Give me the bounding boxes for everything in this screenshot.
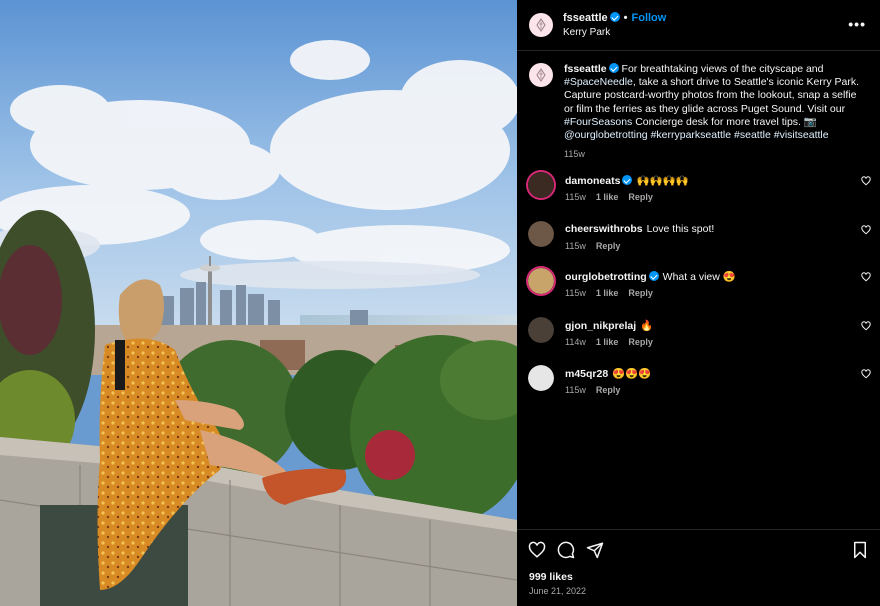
avatar-image [528,221,554,247]
comment-text: 🙌🙌🙌🙌 [636,175,689,187]
comment-body: cheerswithrobs Love this spot! [565,223,714,235]
comment-time[interactable]: 115w [565,241,586,251]
caption-hashtag-link[interactable]: #SpaceNeedle [564,76,633,88]
comment-text: What a view 😍 [662,271,736,283]
avatar-image [528,172,554,198]
comment-time[interactable]: 114w [565,337,586,347]
comment-like-heart-icon[interactable] [861,369,871,379]
comments-list[interactable]: fsseattle For breathtaking views of the … [517,51,880,529]
comment-time[interactable]: 115w [565,192,586,202]
likes-count[interactable]: 999 likes [529,571,573,583]
comment-like-heart-icon[interactable] [861,176,871,186]
comment-text: Love this spot! [646,223,715,235]
comment-row: damoneats 🙌🙌🙌🙌 115w 1 like Reply [517,172,880,212]
caption-hashtag-link[interactable]: @ourglobetrotting [564,129,648,141]
comment-username[interactable]: gjon_nikprelaj [565,320,636,332]
reply-button[interactable]: Reply [628,288,653,298]
comment-icon[interactable] [557,541,575,559]
post-caption: fsseattle For breathtaking views of the … [564,63,864,161]
caption-hashtag-link[interactable]: #FourSeasons [564,116,632,128]
comment-avatar[interactable] [528,365,554,391]
comment-text: 😍😍😍 [612,368,652,380]
comment-likes[interactable]: 1 like [596,337,619,347]
comment-like-heart-icon[interactable] [861,272,871,282]
share-icon[interactable] [586,541,604,559]
caption-time[interactable]: 115w [564,149,585,159]
comment-time[interactable]: 115w [565,385,586,395]
avatar-image [528,268,554,294]
post-header: fsseattle • Follow Kerry Park ••• [517,0,880,51]
comment-likes[interactable]: 1 like [596,288,619,298]
comment-avatar[interactable] [528,221,554,247]
follow-button[interactable]: Follow [632,12,667,24]
comment-avatar[interactable] [528,172,554,198]
comment-like-heart-icon[interactable] [861,321,871,331]
caption-hashtag-link[interactable]: #seattle [734,129,771,141]
location-link[interactable]: Kerry Park [563,27,610,38]
comment-meta: 115w Reply [565,241,630,251]
avatar-image [528,365,554,391]
heart-icon[interactable] [528,541,546,559]
comment-body: ourglobetrotting What a view 😍 [565,270,736,283]
comment-username[interactable]: m45qr28 [565,368,608,380]
comment-row: m45qr28 😍😍😍 115w Reply [517,365,880,405]
verified-badge-icon [608,63,619,73]
verified-badge-icon [609,12,620,22]
comment-avatar[interactable] [528,268,554,294]
comment-body: gjon_nikprelaj 🔥 [565,319,653,332]
caption-username[interactable]: fsseattle [564,63,607,75]
comment-body: m45qr28 😍😍😍 [565,367,651,380]
comment-meta: 115w 1 like Reply [565,192,663,202]
comment-row: ourglobetrotting What a view 😍 115w 1 like R… [517,268,880,308]
more-options-icon[interactable]: ••• [848,16,866,32]
verified-badge-icon [648,271,659,281]
post-photo[interactable] [0,0,517,606]
profile-avatar[interactable] [529,13,553,37]
comment-text: 🔥 [640,320,654,332]
comment-username[interactable]: ourglobetrotting [565,271,647,283]
verified-badge-icon [622,175,633,185]
comment-like-heart-icon[interactable] [861,225,871,235]
caption-text-segment: Concierge desk for more travel tips. 📷 [632,115,817,128]
avatar-image [528,317,554,343]
four-seasons-logo-icon [536,18,546,32]
comment-meta: 115w 1 like Reply [565,288,663,298]
four-seasons-logo-icon [536,68,546,82]
caption-text: For breathtaking views of the cityscape … [564,63,859,141]
comment-avatar[interactable] [528,317,554,343]
reply-button[interactable]: Reply [628,337,653,347]
header-user-line: fsseattle • Follow [563,12,666,24]
reply-button[interactable]: Reply [628,192,653,202]
caption-hashtag-link[interactable]: #kerryparkseattle [651,129,732,141]
post-actions: 999 likes June 21, 2022 [517,529,880,606]
caption-text-segment: For breathtaking views of the cityscape … [618,63,824,75]
comment-time[interactable]: 115w [565,288,586,298]
header-username[interactable]: fsseattle [563,12,608,24]
comment-username[interactable]: damoneats [565,175,620,187]
post-sidebar: fsseattle • Follow Kerry Park ••• fsseattl… [517,0,880,606]
post-date[interactable]: June 21, 2022 [529,586,586,596]
separator-dot: • [623,12,628,24]
caption-avatar[interactable] [529,63,553,87]
caption-hashtag-link[interactable]: #visitseattle [774,129,829,141]
comment-username[interactable]: cheerswithrobs [565,223,643,235]
comment-row: gjon_nikprelaj 🔥 114w 1 like Reply [517,317,880,357]
comment-meta: 114w 1 like Reply [565,337,663,347]
comment-row: cheerswithrobs Love this spot! 115w Reply [517,221,880,261]
comment-likes[interactable]: 1 like [596,192,619,202]
bookmark-icon[interactable] [851,541,869,559]
comment-meta: 115w Reply [565,385,630,395]
caption-meta: 115w [564,148,864,161]
reply-button[interactable]: Reply [596,385,621,395]
comment-body: damoneats 🙌🙌🙌🙌 [565,174,689,187]
reply-button[interactable]: Reply [596,241,621,251]
